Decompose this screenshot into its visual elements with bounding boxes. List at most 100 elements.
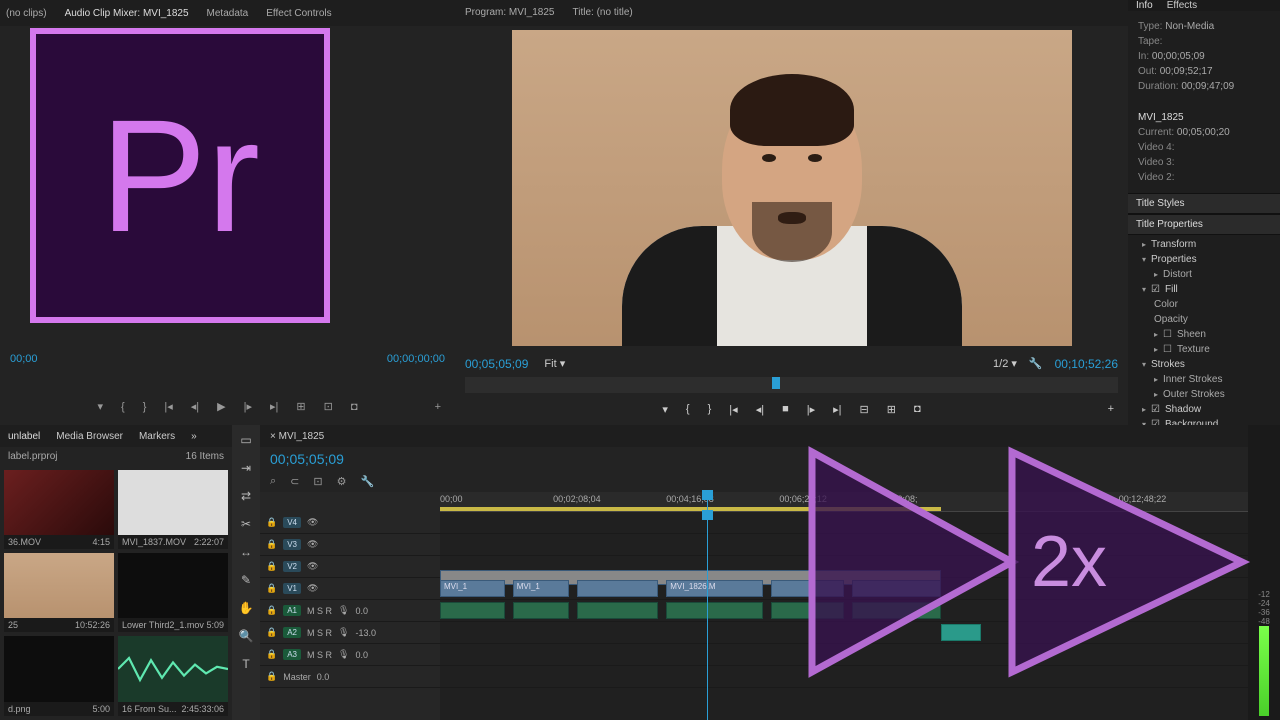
selection-tool-icon[interactable]: ▭	[237, 431, 255, 449]
hand-tool-icon[interactable]: ✋	[237, 599, 255, 617]
razor-tool-icon[interactable]: ✂	[237, 515, 255, 533]
playhead[interactable]	[707, 492, 708, 511]
bin-item[interactable]: MVI_1837.MOV2:22:07	[118, 470, 228, 549]
bracket-out-icon[interactable]: }	[143, 401, 147, 413]
track-header-v3[interactable]: 🔒V3👁	[260, 534, 440, 556]
tab-no-clips[interactable]: (no clips)	[6, 8, 47, 19]
bin-item[interactable]: 16 From Su...2:45:33:06	[118, 636, 228, 716]
clip-audio[interactable]	[666, 602, 763, 619]
timeline-timecode[interactable]: 00;05;05;09	[270, 451, 344, 467]
program-scrubber[interactable]	[465, 377, 1118, 393]
clip-audio[interactable]	[852, 602, 941, 619]
clip[interactable]: MVI_1826.M	[666, 580, 763, 597]
clip[interactable]: MVI_1	[513, 580, 570, 597]
prop-shadow[interactable]: ▸☑Shadow	[1128, 402, 1280, 417]
clip[interactable]	[577, 580, 658, 597]
overwrite-icon[interactable]: ⊡	[324, 400, 333, 413]
clip-audio[interactable]	[577, 602, 658, 619]
stop-icon[interactable]: ■	[782, 403, 789, 415]
playhead-indicator[interactable]	[772, 377, 780, 389]
snap-icon[interactable]: ⌕	[270, 475, 276, 488]
track-header-v1[interactable]: 🔒V1👁	[260, 578, 440, 600]
export-frame-icon[interactable]: ◘	[351, 401, 358, 413]
ripple-tool-icon[interactable]: ⇄	[237, 487, 255, 505]
clip[interactable]: MVI_1	[440, 580, 505, 597]
play-icon[interactable]: ▶	[217, 400, 225, 413]
prop-opacity[interactable]: Opacity	[1128, 312, 1280, 327]
marker-icon[interactable]: ⊡	[313, 475, 322, 488]
tab-effect-controls[interactable]: Effect Controls	[266, 8, 331, 19]
prop-inner-strokes[interactable]: ▸Inner Strokes	[1128, 372, 1280, 387]
step-back-icon[interactable]: ◂|	[191, 400, 199, 413]
track-header-a1[interactable]: 🔒A1M S R🎙0.0	[260, 600, 440, 622]
prop-texture[interactable]: ▸☐Texture	[1128, 342, 1280, 357]
tabs-overflow-icon[interactable]: »	[191, 431, 197, 442]
prop-fill[interactable]: ▾☑Fill	[1128, 282, 1280, 297]
bin-item[interactable]: 2510:52:26	[4, 553, 114, 632]
bin-item[interactable]: Lower Third2_1.mov5:09	[118, 553, 228, 632]
clip[interactable]	[771, 580, 844, 597]
bracket-in-icon[interactable]: {	[686, 403, 690, 415]
step-fwd-icon[interactable]: |▸	[807, 403, 815, 416]
prop-distort[interactable]: ▸Distort	[1128, 267, 1280, 282]
prop-outer-strokes[interactable]: ▸Outer Strokes	[1128, 387, 1280, 402]
program-monitor[interactable]	[455, 26, 1128, 350]
pen-tool-icon[interactable]: ✎	[237, 571, 255, 589]
prop-strokes[interactable]: ▾Strokes	[1128, 357, 1280, 372]
sequence-tab[interactable]: × MVI_1825	[270, 431, 324, 442]
extract-icon[interactable]: ⊞	[887, 403, 896, 416]
step-fwd-icon[interactable]: |▸	[244, 400, 252, 413]
clip-audio[interactable]	[771, 602, 844, 619]
track-select-tool-icon[interactable]: ⇥	[237, 459, 255, 477]
track-header-a2[interactable]: 🔒A2M S R🎙-13.0	[260, 622, 440, 644]
zoom-dropdown[interactable]: 1/2 ▾	[993, 357, 1017, 370]
program-tab[interactable]: Program: MVI_1825	[465, 7, 555, 18]
slip-tool-icon[interactable]: ↔	[237, 543, 255, 561]
tab-media-browser[interactable]: Media Browser	[56, 431, 123, 442]
track-header-v4[interactable]: 🔒V4👁	[260, 512, 440, 534]
track-header-v2[interactable]: 🔒V2👁	[260, 556, 440, 578]
tab-markers[interactable]: Markers	[139, 431, 175, 442]
track-header-master[interactable]: 🔒Master0.0	[260, 666, 440, 688]
tab-audio-mixer[interactable]: Audio Clip Mixer: MVI_1825	[65, 8, 189, 19]
goto-out-icon[interactable]: ▸|	[833, 403, 841, 416]
goto-in-icon[interactable]: |◂	[164, 400, 172, 413]
track-header-a3[interactable]: 🔒A3M S R🎙0.0	[260, 644, 440, 666]
mark-in-icon[interactable]: ▾	[662, 403, 668, 416]
clip-audio[interactable]	[513, 602, 570, 619]
goto-out-icon[interactable]: ▸|	[270, 400, 278, 413]
prop-color[interactable]: Color	[1128, 297, 1280, 312]
program-tc-left[interactable]: 00;05;05;09	[465, 357, 528, 371]
step-back-icon[interactable]: ◂|	[756, 403, 764, 416]
wrench-icon[interactable]: 🔧	[360, 475, 374, 488]
add-button-icon[interactable]: +	[435, 401, 441, 413]
clip[interactable]	[852, 580, 941, 597]
add-button-icon[interactable]: +	[1108, 403, 1114, 415]
prop-transform[interactable]: ▸Transform	[1128, 237, 1280, 252]
linked-selection-icon[interactable]: ⊂	[290, 475, 299, 488]
title-styles-header[interactable]: Title Styles	[1128, 193, 1280, 214]
wrench-icon[interactable]: 🔧	[1029, 357, 1043, 370]
playhead-line[interactable]	[707, 512, 708, 720]
type-tool-icon[interactable]: T	[237, 655, 255, 673]
fit-dropdown[interactable]: Fit ▾	[544, 357, 565, 370]
title-properties-header[interactable]: Title Properties	[1128, 214, 1280, 235]
mark-in-icon[interactable]: ▾	[97, 400, 103, 413]
export-frame-icon[interactable]: ◘	[914, 403, 921, 415]
prop-properties[interactable]: ▾Properties	[1128, 252, 1280, 267]
tab-effects[interactable]: Effects	[1167, 0, 1197, 11]
zoom-tool-icon[interactable]: 🔍	[237, 627, 255, 645]
settings-icon[interactable]: ⚙	[337, 475, 347, 488]
lift-icon[interactable]: ⊟	[860, 403, 869, 416]
timeline-clips[interactable]: MVI_1 MVI_1 MVI_1826.M	[440, 512, 1248, 720]
timeline-ruler[interactable]: 00;00 00;02;08;04 00;04;16;08 00;06;24;1…	[440, 492, 1248, 512]
clip-audio[interactable]	[941, 624, 981, 641]
bin-item[interactable]: 36.MOV4:15	[4, 470, 114, 549]
bin-item[interactable]: d.png5:00	[4, 636, 114, 716]
clip-audio[interactable]	[440, 602, 505, 619]
tab-info[interactable]: Info	[1136, 0, 1153, 11]
goto-in-icon[interactable]: |◂	[729, 403, 737, 416]
tab-metadata[interactable]: Metadata	[207, 8, 249, 19]
bracket-in-icon[interactable]: {	[121, 401, 125, 413]
tab-project[interactable]: unlabel	[8, 431, 40, 442]
